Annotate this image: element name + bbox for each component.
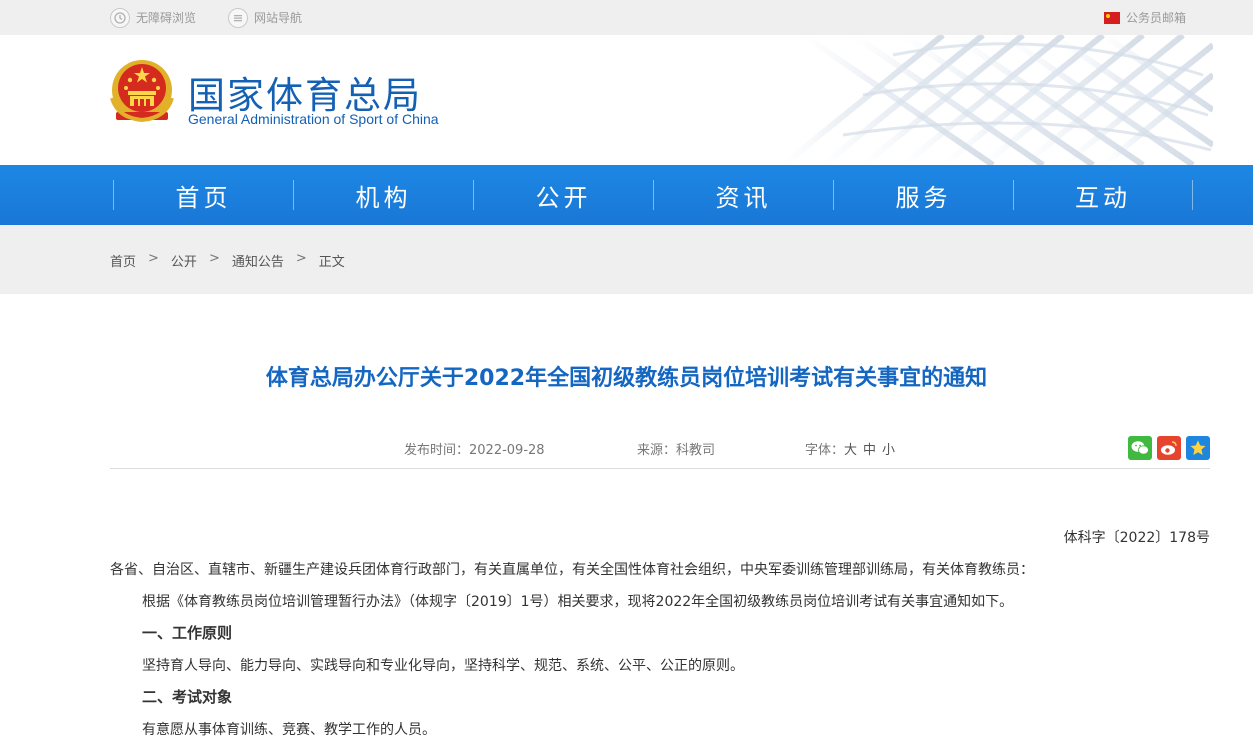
favorite-icon[interactable] [1186, 436, 1210, 460]
font-size-small[interactable]: 小 [882, 443, 895, 458]
article-title: 体育总局办公厅关于2022年全国初级教练员岗位培训考试有关事宜的通知 [265, 366, 988, 391]
main-nav: 首页 机构 公开 资讯 服务 互动 [0, 165, 1253, 225]
breadcrumb-separator: > [295, 251, 307, 266]
mail-label: 公务员邮箱 [1126, 11, 1187, 25]
nav-item-news[interactable]: 资讯 [653, 180, 833, 212]
source-value: 科教司 [676, 443, 716, 458]
sitemap-link[interactable]: 网站导航 [228, 0, 302, 35]
flag-icon [1104, 11, 1120, 24]
breadcrumb-separator: > [148, 251, 159, 266]
section-text-2: 有意愿从事体育训练、竞赛、教学工作的人员。 [142, 722, 436, 738]
font-size-large[interactable]: 大 [844, 443, 857, 458]
section-text-1: 坚持育人导向、能力导向、实践导向和专业化导向，坚持科学、规范、系统、公平、公正的… [142, 658, 744, 674]
nav-item-interaction[interactable]: 互动 [1013, 180, 1193, 212]
article-source: 来源：科教司 [637, 439, 715, 458]
nav-item-home[interactable]: 首页 [113, 180, 293, 212]
nav-item-service[interactable]: 服务 [833, 180, 1013, 212]
source-label: 来源： [637, 443, 677, 458]
breadcrumb-home[interactable]: 首页 [110, 251, 136, 270]
recipients-paragraph: 各省、自治区、直辖市、新疆生产建设兵团体育行政部门，有关直属单位，有关全国性体育… [110, 562, 1034, 578]
nav-item-organization[interactable]: 机构 [293, 180, 473, 212]
breadcrumb: 首页 > 公开 > 通知公告 > 正文 [110, 251, 345, 270]
breadcrumb-current: 正文 [318, 255, 345, 270]
site-header: 国家体育总局 General Administration of Sport o… [0, 35, 1253, 165]
stadium-nest-graphic [781, 35, 1213, 165]
mail-link[interactable]: 公务员邮箱 [1104, 0, 1186, 35]
article-divider [110, 468, 1210, 469]
breadcrumb-separator: > [208, 251, 220, 266]
document-number: 体科字〔2022〕178号 [1063, 530, 1210, 546]
share-buttons [1128, 436, 1215, 460]
font-size-medium[interactable]: 中 [863, 443, 876, 458]
section-heading-2: 二、考试对象 [142, 688, 233, 706]
breadcrumb-notices[interactable]: 通知公告 [232, 251, 284, 270]
wechat-icon[interactable] [1128, 436, 1152, 460]
accessibility-link[interactable]: 无障碍浏览 [110, 0, 196, 35]
publish-label: 发布时间： [404, 443, 470, 458]
top-utility-bar: 无障碍浏览 网站导航 公务员邮箱 [0, 0, 1253, 35]
weibo-icon[interactable] [1157, 436, 1181, 460]
sitemap-label: 网站导航 [254, 11, 303, 25]
nav-item-public[interactable]: 公开 [473, 180, 653, 212]
site-subtitle: General Administration of Sport of China [188, 111, 439, 127]
accessibility-label: 无障碍浏览 [136, 11, 197, 25]
section-heading-1: 一、工作原则 [142, 624, 233, 642]
breadcrumb-bar: 首页 > 公开 > 通知公告 > 正文 [0, 225, 1253, 294]
publish-date-value: 2022-09-28 [469, 443, 545, 458]
intro-paragraph: 根据《体育教练员岗位培训管理暂行办法》（体规字〔2019〕1号）相关要求，现将2… [142, 594, 1014, 610]
publish-date: 发布时间：2022-09-28 [404, 439, 545, 458]
font-size-label: 字体： [805, 443, 845, 458]
font-size-controls: 字体：大中小 [805, 439, 895, 458]
accessibility-icon [110, 7, 130, 28]
breadcrumb-public[interactable]: 公开 [171, 251, 197, 270]
national-emblem-icon [110, 60, 174, 123]
sitemap-icon [228, 7, 248, 28]
